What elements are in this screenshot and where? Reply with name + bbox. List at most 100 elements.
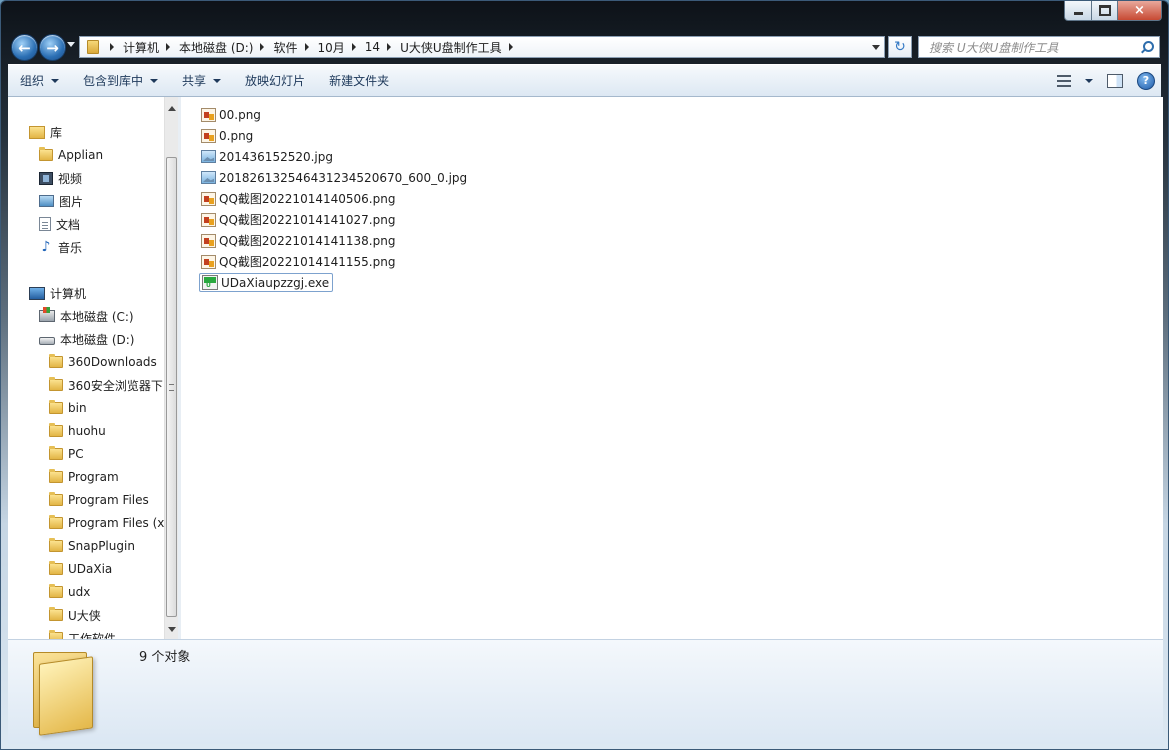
folder-icon — [49, 469, 63, 483]
nav-library-item[interactable]: 文档 — [39, 215, 80, 233]
breadcrumb-item[interactable]: 软件 — [273, 37, 317, 57]
change-view-icon[interactable] — [1057, 74, 1071, 87]
navigation-scrollbar[interactable] — [164, 97, 179, 639]
refresh-icon: ↻ — [894, 39, 906, 55]
file-item[interactable]: QQ截图20221014141155.png — [199, 252, 398, 271]
nav-library-item[interactable]: ♪ 音乐 — [39, 238, 82, 256]
image-file-icon — [201, 128, 216, 143]
organize-menu[interactable]: 组织 — [8, 65, 71, 96]
nav-library[interactable]: 库 — [29, 123, 62, 141]
recent-pages-dropdown[interactable] — [67, 42, 75, 47]
folder-thumbnail-icon — [33, 650, 93, 736]
view-options-dropdown[interactable] — [1085, 78, 1093, 83]
chevron-right-icon[interactable] — [304, 43, 309, 51]
nav-folder[interactable]: UDaXia — [49, 560, 112, 578]
chevron-right-icon[interactable] — [351, 43, 356, 51]
nav-folder[interactable]: SnapPlugin — [49, 537, 135, 555]
nav-drive[interactable]: 本地磁盘 (C:) — [39, 307, 134, 325]
nav-folder[interactable]: 360安全浏览器下 — [49, 376, 163, 394]
search-box[interactable]: 搜索 U大侠U盘制作工具 — [918, 36, 1160, 58]
chevron-right-icon — [110, 43, 114, 51]
preview-pane-icon[interactable] — [1107, 73, 1123, 88]
slideshow-button[interactable]: 放映幻灯片 — [233, 65, 317, 96]
nav-label: UDaXia — [68, 562, 113, 576]
item-count: 9 个对象 — [139, 650, 191, 665]
chevron-right-icon[interactable] — [508, 43, 513, 51]
file-item[interactable]: 00.png — [199, 105, 264, 124]
details-pane: 9 个对象 — [8, 639, 1163, 744]
breadcrumb-root-arrow[interactable] — [103, 37, 123, 57]
nav-label: 360安全浏览器下 — [68, 378, 163, 393]
chevron-right-icon[interactable] — [166, 43, 171, 51]
close-button[interactable]: × — [1118, 1, 1162, 21]
nav-folder[interactable]: PC — [49, 445, 84, 463]
nav-label: 文档 — [56, 217, 81, 232]
new-folder-button[interactable]: 新建文件夹 — [317, 65, 401, 96]
nav-folder[interactable]: bin — [49, 399, 87, 417]
nav-folder[interactable]: 360Downloads — [49, 353, 157, 371]
scrollbar-thumb[interactable] — [166, 157, 177, 617]
refresh-button[interactable]: ↻ — [888, 36, 912, 58]
nav-library-item[interactable]: 视频 — [39, 169, 82, 187]
file-item[interactable]: QQ截图20221014141027.png — [199, 210, 398, 229]
scroll-up-icon[interactable] — [168, 106, 176, 111]
breadcrumb-item[interactable]: 计算机 — [123, 37, 179, 57]
file-name: QQ截图20221014140506.png — [219, 192, 396, 206]
window-controls: × — [1064, 1, 1162, 21]
nav-library-item[interactable]: Applian — [39, 146, 103, 164]
file-item[interactable]: UDaXiaupzzgj.exe — [199, 273, 334, 292]
address-history-dropdown[interactable] — [872, 45, 880, 50]
search-icon[interactable] — [1141, 41, 1154, 53]
file-item[interactable]: QQ截图20221014141138.png — [199, 231, 398, 250]
nav-drive[interactable]: 本地磁盘 (D:) — [39, 330, 134, 348]
nav-computer[interactable]: 计算机 — [29, 284, 86, 302]
video-icon — [39, 171, 53, 185]
forward-button[interactable]: → — [39, 34, 66, 61]
nav-label: Program Files (x — [68, 516, 164, 530]
image-file-icon — [201, 150, 216, 163]
breadcrumb-item[interactable]: 本地磁盘 (D:) — [179, 37, 273, 57]
nav-folder[interactable]: Program Files (x — [49, 514, 164, 532]
scroll-down-icon[interactable] — [168, 627, 176, 632]
file-name: 00.png — [219, 107, 261, 122]
breadcrumb-label: 10月 — [317, 40, 345, 55]
nav-library-item[interactable]: 图片 — [39, 192, 83, 210]
file-item[interactable]: 20182613254643123452067​0_600_0.jpg — [199, 168, 470, 187]
minimize-button[interactable] — [1064, 1, 1092, 21]
image-file-icon — [201, 107, 216, 122]
nav-folder[interactable]: 工作软件 — [49, 629, 116, 639]
file-item[interactable]: 0.png — [199, 126, 256, 145]
file-item[interactable]: QQ截图20221014140506.png — [199, 189, 398, 208]
breadcrumb-item[interactable]: 10月 — [318, 37, 365, 57]
breadcrumb-item[interactable]: U大侠U盘制作工具 — [400, 37, 522, 57]
back-button[interactable]: ← — [11, 34, 38, 61]
address-bar[interactable]: 计算机 本地磁盘 (D:) 软件 10月 14 U大侠U盘制作工具 — [79, 36, 885, 58]
folder-icon — [49, 515, 63, 529]
nav-folder[interactable]: huohu — [49, 422, 106, 440]
minimize-icon — [1073, 12, 1083, 15]
address-row: ← → 计算机 本地磁盘 (D:) 软件 10月 14 U大侠U盘制作工具 ↻ 搜索 U大… — [1, 31, 1168, 61]
nav-label: 库 — [50, 125, 63, 140]
include-in-library-menu[interactable]: 包含到库中 — [71, 65, 170, 96]
help-icon[interactable]: ? — [1137, 71, 1155, 90]
file-name: 201436152520.jpg — [219, 149, 333, 164]
folder-icon — [49, 492, 63, 506]
folder-icon — [87, 40, 99, 54]
image-file-icon — [201, 233, 216, 248]
search-input[interactable]: 搜索 U大侠U盘制作工具 — [919, 39, 1141, 56]
nav-folder[interactable]: U大侠 — [49, 606, 101, 624]
nav-label: 视频 — [58, 171, 83, 186]
nav-label: 图片 — [59, 194, 84, 209]
chevron-right-icon[interactable] — [387, 43, 392, 51]
nav-folder[interactable]: Program Files — [49, 491, 149, 509]
file-item[interactable]: 201436152520.jpg — [199, 147, 336, 166]
chevron-right-icon[interactable] — [260, 43, 265, 51]
nav-folder[interactable]: Program — [49, 468, 119, 486]
nav-folder[interactable]: udx — [49, 583, 90, 601]
share-menu[interactable]: 共享 — [170, 65, 233, 96]
breadcrumb-item[interactable]: 14 — [365, 37, 400, 57]
file-list: 00.png 0.png 201436152520.jpg 2018261325464… — [181, 97, 1163, 639]
maximize-button[interactable] — [1092, 1, 1118, 21]
nav-label: 360Downloads — [68, 355, 157, 369]
nav-label: Program — [68, 470, 119, 484]
